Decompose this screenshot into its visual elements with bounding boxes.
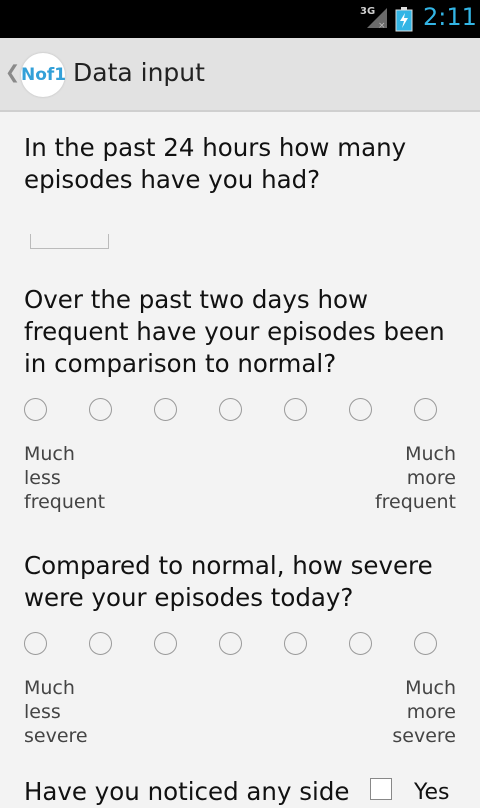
severity-radio-4[interactable] — [219, 632, 242, 655]
question-severity: Compared to normal, how severe were your… — [24, 551, 433, 612]
app-logo[interactable]: Nof1 — [21, 53, 66, 97]
side-effects-checkbox[interactable] — [370, 778, 392, 800]
frequency-radio-7[interactable] — [414, 398, 437, 421]
frequency-radio-4[interactable] — [219, 398, 242, 421]
question-episodes-count: In the past 24 hours how many episodes h… — [24, 133, 407, 194]
form-content: In the past 24 hours how many episodes h… — [0, 112, 480, 806]
battery-charging-icon — [395, 7, 413, 32]
up-caret-icon[interactable]: ❮ — [5, 62, 20, 83]
frequency-low-label: Much less frequent — [24, 443, 106, 513]
signal-icon: × — [367, 8, 387, 30]
svg-text:×: × — [378, 21, 386, 30]
frequency-radio-3[interactable] — [154, 398, 177, 421]
frequency-radio-5[interactable] — [284, 398, 307, 421]
severity-radio-5[interactable] — [284, 632, 307, 655]
status-clock: 2:11 — [423, 3, 477, 31]
action-bar: ❮ Nof1 Data input — [0, 38, 480, 112]
severity-radio-3[interactable] — [154, 632, 177, 655]
status-bar: 3G × 2:11 — [0, 0, 480, 38]
frequency-radio-1[interactable] — [24, 398, 47, 421]
question-side-effects: Have you noticed any side — [24, 777, 350, 806]
severity-radio-6[interactable] — [349, 632, 372, 655]
question-frequency: Over the past two days how frequent have… — [24, 285, 445, 378]
frequency-radio-6[interactable] — [349, 398, 372, 421]
side-effects-checkbox-label: Yes — [414, 780, 450, 805]
severity-radio-1[interactable] — [24, 632, 47, 655]
page-title: Data input — [73, 58, 205, 87]
severity-radio-2[interactable] — [89, 632, 112, 655]
severity-radio-7[interactable] — [414, 632, 437, 655]
episodes-count-input[interactable] — [30, 234, 109, 249]
frequency-high-label: Much more frequent — [374, 443, 456, 513]
severity-low-label: Much less severe — [24, 677, 88, 747]
severity-high-label: Much more severe — [392, 677, 456, 747]
frequency-radio-2[interactable] — [89, 398, 112, 421]
